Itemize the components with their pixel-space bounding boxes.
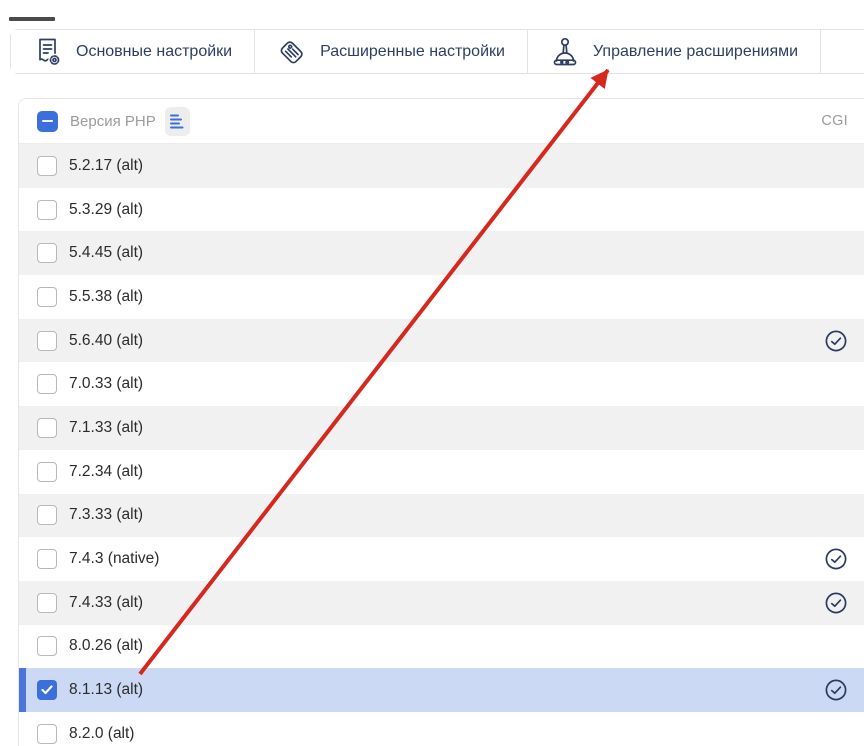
row-label: 8.1.13 (alt): [69, 681, 143, 699]
table-row[interactable]: 5.6.40 (alt): [19, 319, 864, 363]
indeterminate-minus-icon: [42, 120, 53, 123]
clipped-content-fragment: [9, 17, 55, 21]
row-checkbox[interactable]: [37, 593, 57, 613]
table-row[interactable]: 8.1.13 (alt): [19, 668, 864, 712]
toolbar-button-basic-settings[interactable]: Основные настройки: [11, 30, 254, 73]
table-row[interactable]: 7.0.33 (alt): [19, 362, 864, 406]
cgi-status: [824, 329, 848, 353]
table-header: Версия PHP CGI: [19, 99, 864, 144]
row-label: 7.1.33 (alt): [69, 419, 143, 437]
row-checkbox[interactable]: [37, 418, 57, 438]
row-checkbox[interactable]: [37, 331, 57, 351]
table-row[interactable]: 7.2.34 (alt): [19, 450, 864, 494]
row-checkbox[interactable]: [37, 287, 57, 307]
row-label: 5.2.17 (alt): [69, 157, 143, 175]
cgi-status: [824, 591, 848, 615]
row-checkbox[interactable]: [37, 462, 57, 482]
php-settings-page: Основные настройки Расширенные настройки: [0, 0, 864, 746]
cgi-status: [824, 372, 848, 396]
php-version-table: Версия PHP CGI 5.2.17 (alt): [18, 98, 864, 746]
row-checkbox[interactable]: [37, 243, 57, 263]
cgi-check-icon: [824, 678, 848, 702]
row-checkbox[interactable]: [37, 549, 57, 569]
cgi-status: [824, 154, 848, 178]
cgi-status: [824, 416, 848, 440]
table-row[interactable]: 8.0.26 (alt): [19, 625, 864, 669]
row-label: 7.4.3 (native): [69, 550, 159, 568]
row-checkbox[interactable]: [37, 505, 57, 525]
toolbar-divider: [820, 30, 821, 73]
cgi-status: [824, 634, 848, 658]
toolbar-button-extensions-management[interactable]: Управление расширениями: [528, 30, 820, 73]
cgi-status: [824, 241, 848, 265]
row-label: 5.4.45 (alt): [69, 244, 143, 262]
row-label: 5.5.38 (alt): [69, 288, 143, 306]
cgi-status: [824, 198, 848, 222]
table-row[interactable]: 7.1.33 (alt): [19, 406, 864, 450]
column-header-cgi: CGI: [821, 113, 848, 129]
toolbar: Основные настройки Расширенные настройки: [10, 29, 864, 74]
row-checkbox[interactable]: [37, 724, 57, 744]
cgi-status: [824, 678, 848, 702]
row-checkbox[interactable]: [37, 680, 57, 700]
cgi-check-icon: [824, 547, 848, 571]
tag-icon: [277, 37, 307, 67]
column-header-php-version: Версия PHP: [70, 113, 156, 130]
row-label: 7.3.33 (alt): [69, 506, 143, 524]
row-label: 8.2.0 (alt): [69, 725, 134, 743]
row-checkbox[interactable]: [37, 636, 57, 656]
cgi-status: [824, 460, 848, 484]
cgi-status: [824, 722, 848, 746]
row-checkbox[interactable]: [37, 200, 57, 220]
row-label: 8.0.26 (alt): [69, 637, 143, 655]
row-label: 7.0.33 (alt): [69, 375, 143, 393]
table-row[interactable]: 5.3.29 (alt): [19, 188, 864, 232]
row-checkbox[interactable]: [37, 156, 57, 176]
document-gear-icon: [33, 36, 63, 68]
row-label: 5.6.40 (alt): [69, 332, 143, 350]
toolbar-button-label: Основные настройки: [76, 43, 232, 61]
cgi-check-icon: [824, 591, 848, 615]
table-row[interactable]: 7.4.3 (native): [19, 537, 864, 581]
sort-icon[interactable]: [165, 107, 190, 136]
joystick-icon: [550, 36, 580, 68]
table-row[interactable]: 5.4.45 (alt): [19, 231, 864, 275]
table-row[interactable]: 7.4.33 (alt): [19, 581, 864, 625]
row-checkbox[interactable]: [37, 374, 57, 394]
table-row[interactable]: 5.2.17 (alt): [19, 144, 864, 188]
row-label: 5.3.29 (alt): [69, 201, 143, 219]
cgi-check-icon: [824, 329, 848, 353]
table-row[interactable]: 7.3.33 (alt): [19, 494, 864, 538]
cgi-status: [824, 547, 848, 571]
table-row[interactable]: 8.2.0 (alt): [19, 712, 864, 746]
cgi-status: [824, 503, 848, 527]
row-label: 7.4.33 (alt): [69, 594, 143, 612]
row-label: 7.2.34 (alt): [69, 463, 143, 481]
toolbar-button-advanced-settings[interactable]: Расширенные настройки: [255, 30, 527, 73]
table-body: 5.2.17 (alt) 5.3.29 (alt) 5.4.45 (al: [19, 144, 864, 746]
toolbar-button-label: Управление расширениями: [593, 43, 798, 61]
toolbar-button-label: Расширенные настройки: [320, 43, 505, 61]
table-row[interactable]: 5.5.38 (alt): [19, 275, 864, 319]
cgi-status: [824, 285, 848, 309]
select-all-checkbox[interactable]: [37, 111, 58, 132]
